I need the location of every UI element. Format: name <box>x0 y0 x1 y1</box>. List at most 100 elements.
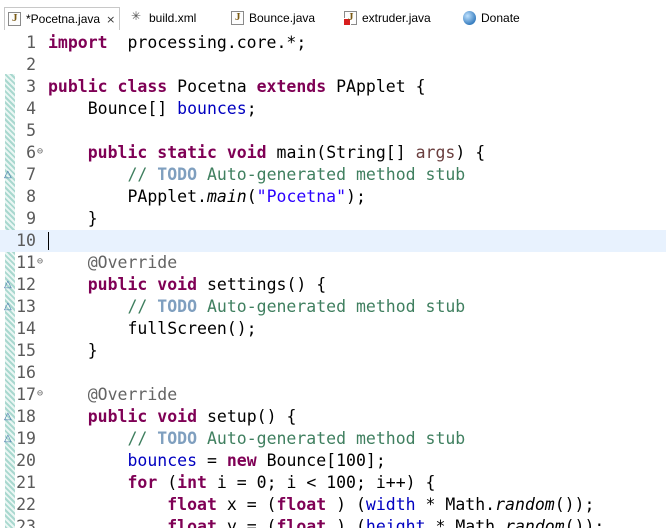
code-token: class <box>117 77 168 96</box>
code-token: ); <box>346 187 366 206</box>
tab-label: extruder.java <box>362 11 431 25</box>
code-line[interactable]: 3 public class Pocetna extends PApplet { <box>0 76 666 98</box>
code-line[interactable]: 18 △ public void setup() { <box>0 406 666 428</box>
code-token: int <box>177 473 207 492</box>
code-text: PApplet.main("Pocetna"); <box>48 186 366 208</box>
code-text: public void setup() { <box>48 406 297 428</box>
code-line[interactable]: 7 △ // TODO Auto-generated method stub <box>0 164 666 186</box>
code-line[interactable]: 15 } <box>0 340 666 362</box>
close-tab-icon[interactable]: × <box>106 13 115 26</box>
code-token: main(String[] <box>266 143 416 162</box>
code-token: static <box>157 143 217 162</box>
code-token: // <box>48 297 158 316</box>
code-token: setup() { <box>197 407 297 426</box>
warning-marker-icon[interactable]: △ <box>4 168 16 182</box>
line-number: 16 <box>16 363 36 382</box>
code-token: float <box>276 495 327 514</box>
code-line[interactable]: 2 <box>0 54 666 76</box>
code-token: void <box>226 143 267 162</box>
code-token: Auto-generated method stub <box>197 297 466 316</box>
tab-build-xml[interactable]: build.xml <box>131 8 196 28</box>
code-line[interactable]: 6 ⊖ public static void main(String[] args… <box>0 142 666 164</box>
code-line[interactable]: 4 Bounce[] bounces; <box>0 98 666 120</box>
code-text: public class Pocetna extends PApplet { <box>48 76 426 98</box>
code-token: for <box>127 473 158 492</box>
line-number: 14 <box>16 319 36 338</box>
code-token: ()); <box>554 495 595 514</box>
code-token: = <box>197 451 227 470</box>
code-line[interactable]: 8 PApplet.main("Pocetna"); <box>0 186 666 208</box>
code-line[interactable]: 23 float y = (float ) (height * Math.ran… <box>0 516 666 528</box>
code-token: TODO <box>157 165 198 184</box>
code-line[interactable]: 17 ⊖ @Override <box>0 384 666 406</box>
code-line[interactable]: 9 } <box>0 208 666 230</box>
code-text: Bounce[] bounces; <box>48 98 257 120</box>
code-token: import <box>48 33 108 52</box>
line-number: 4 <box>26 99 36 118</box>
code-token: } <box>48 209 98 228</box>
fold-toggle-icon[interactable]: ⊖ <box>37 142 43 162</box>
code-line[interactable]: 12 △ public void settings() { <box>0 274 666 296</box>
code-token: float <box>276 517 327 528</box>
code-text: float x = (float ) (width * Math.random(… <box>48 494 594 516</box>
code-text: @Override <box>48 252 177 274</box>
line-number: 9 <box>26 209 36 228</box>
code-token: TODO <box>157 297 198 316</box>
code-token: public <box>87 275 148 294</box>
code-line[interactable]: 11 ⊖ @Override <box>0 252 666 274</box>
code-line[interactable]: 16 <box>0 362 666 384</box>
fold-toggle-icon[interactable]: ⊖ <box>37 252 43 272</box>
code-text: public static void main(String[] args) { <box>48 142 485 164</box>
code-line[interactable]: 14 fullScreen(); <box>0 318 666 340</box>
code-token: float <box>167 495 217 514</box>
fold-toggle-icon[interactable]: ⊖ <box>37 384 43 404</box>
line-number: 1 <box>26 33 36 52</box>
code-line[interactable]: 10 <box>0 230 666 252</box>
code-token: ; <box>246 99 257 118</box>
code-line[interactable]: 19 △ // TODO Auto-generated method stub <box>0 428 666 450</box>
code-text: @Override <box>48 384 177 406</box>
code-line[interactable]: 5 <box>0 120 666 142</box>
code-token: Auto-generated method stub <box>197 165 466 184</box>
code-text: // TODO Auto-generated method stub <box>48 428 465 450</box>
tab-extruder-java[interactable]: extruder.java <box>343 8 431 28</box>
code-token: ()); <box>564 517 605 528</box>
code-line[interactable]: 20 bounces = new Bounce[100]; <box>0 450 666 472</box>
code-token: TODO <box>157 429 198 448</box>
java-file-icon <box>8 12 21 26</box>
code-token: @Override <box>48 253 178 272</box>
code-editor[interactable]: 1 import processing.core.*; 2 3 public class… <box>0 32 666 528</box>
code-line[interactable]: 13 △ // TODO Auto-generated method stub <box>0 296 666 318</box>
code-text: import processing.core.*; <box>48 32 306 54</box>
code-line[interactable]: 1 import processing.core.*; <box>0 32 666 54</box>
code-token: void <box>157 407 198 426</box>
code-line[interactable]: 22 float x = (float ) (width * Math.rand… <box>0 494 666 516</box>
line-number: 17 <box>16 385 36 404</box>
line-number: 6 <box>26 143 36 162</box>
code-text: public void settings() { <box>48 274 326 296</box>
code-token: args <box>415 143 456 162</box>
override-marker-icon[interactable]: △ <box>4 278 16 292</box>
code-token: bounces <box>177 99 247 118</box>
code-token: * Math. <box>415 495 496 514</box>
code-line[interactable]: 21 for (int i = 0; i < 100; i++) { <box>0 472 666 494</box>
ant-build-icon <box>131 9 144 25</box>
line-number: 20 <box>16 451 36 470</box>
code-token: public <box>87 407 148 426</box>
tab-pocetna-java[interactable]: *Pocetna.java × <box>4 7 121 30</box>
code-token: bounces <box>48 451 198 470</box>
tab-donate[interactable]: Donate <box>463 8 520 28</box>
java-file-error-icon <box>343 11 357 26</box>
warning-marker-icon[interactable]: △ <box>4 432 16 446</box>
tab-bounce-java[interactable]: Bounce.java <box>231 8 315 28</box>
line-number: 15 <box>16 341 36 360</box>
code-token: y = ( <box>216 517 277 528</box>
code-token: ) ( <box>326 517 366 528</box>
warning-marker-icon[interactable]: △ <box>4 300 16 314</box>
override-marker-icon[interactable]: △ <box>4 410 16 424</box>
